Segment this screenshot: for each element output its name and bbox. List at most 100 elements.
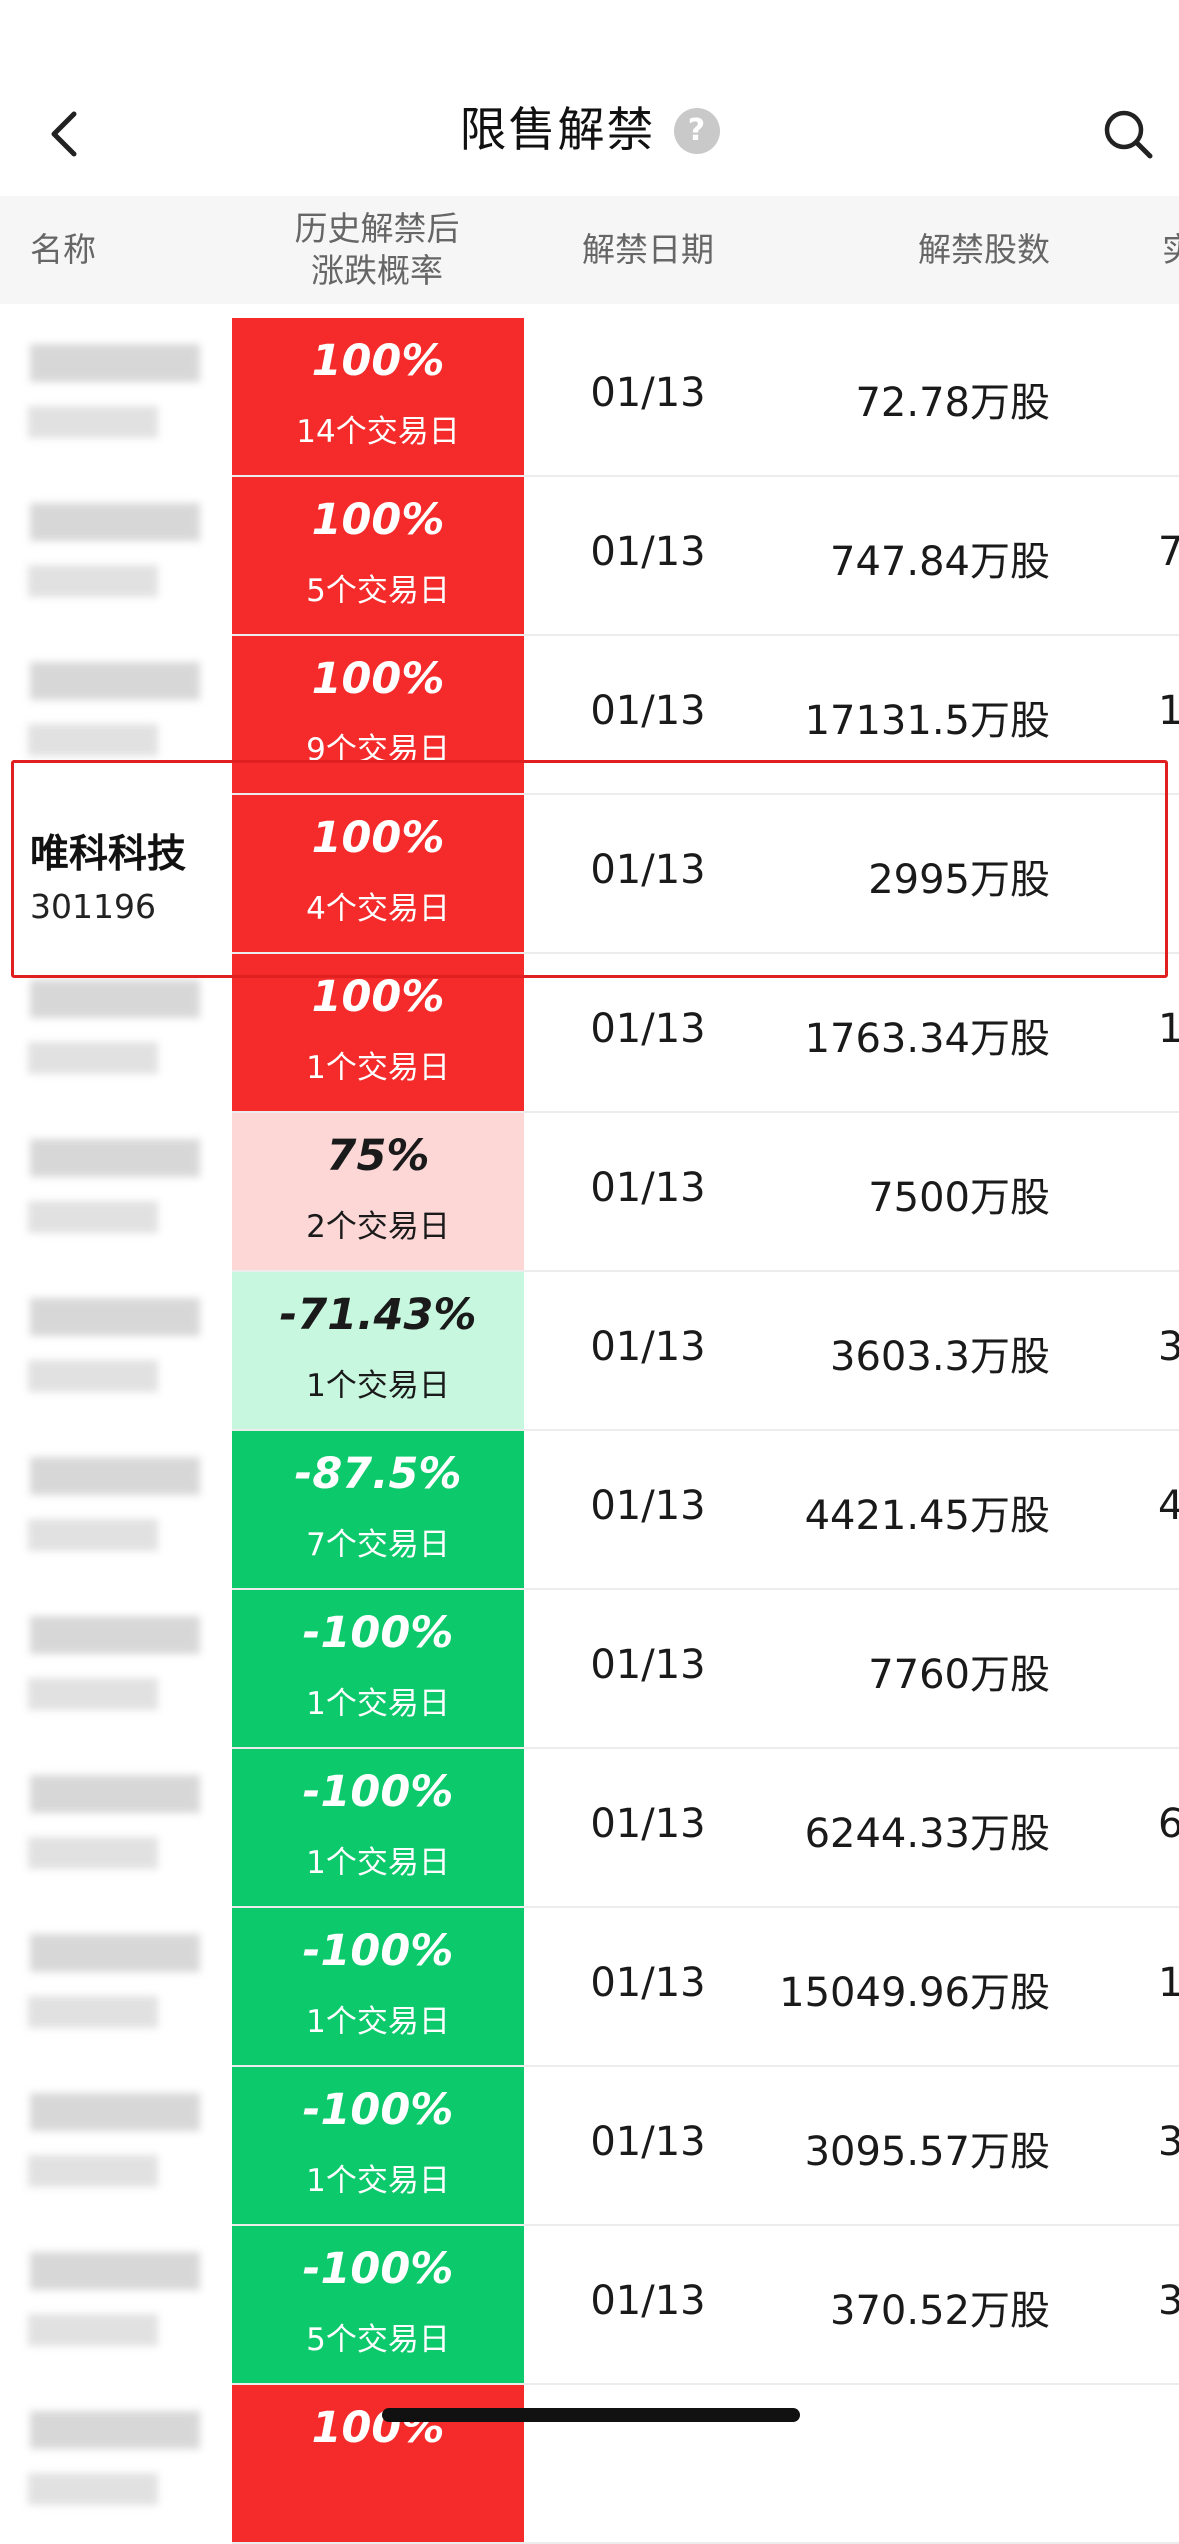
help-icon[interactable]: ?	[673, 108, 720, 154]
probability-cell: 75% 2个交易日	[232, 1113, 524, 1270]
nav-bar: 限售解禁?	[0, 0, 1179, 196]
highlight-box	[11, 760, 1168, 978]
table-row[interactable]: -100% 1个交易日 01/13 3095.57万股 30	[0, 2067, 1179, 2226]
blurred-stock-name	[30, 1457, 200, 1495]
unlock-date: 01/13	[590, 2278, 706, 2324]
table-row[interactable]: -100% 1个交易日 01/13 6244.33万股 62	[0, 1749, 1179, 1908]
blurred-stock-name	[30, 662, 200, 700]
blurred-stock-name	[30, 1934, 200, 1972]
unlock-shares: 747.84万股	[830, 539, 1050, 585]
unlock-date: 01/13	[590, 370, 706, 416]
blurred-stock-code	[28, 2314, 158, 2346]
probability-cell: -100% 1个交易日	[232, 1749, 524, 1906]
title-area: 限售解禁?	[0, 98, 1179, 164]
blurred-stock-code	[28, 1519, 158, 1551]
unlock-date: 01/13	[590, 1483, 706, 1529]
probability-cell: -71.43% 1个交易日	[232, 1272, 524, 1429]
probability-percent: -71.43%	[279, 1290, 477, 1340]
table-row[interactable]: 75% 2个交易日 01/13 7500万股	[0, 1113, 1179, 1272]
probability-cell: -100% 5个交易日	[232, 2226, 524, 2383]
trading-days: 1个交易日	[306, 1686, 450, 1722]
stock-name-cell[interactable]	[0, 1590, 232, 1749]
blurred-stock-name	[30, 2411, 200, 2449]
blurred-stock-code	[28, 406, 158, 438]
stock-name-cell[interactable]	[0, 2226, 232, 2385]
trading-days: 7个交易日	[306, 1527, 450, 1563]
blurred-stock-code	[28, 2155, 158, 2187]
table-row[interactable]: 100% 14个交易日 01/13 72.78万股	[0, 318, 1179, 477]
probability-percent: 100%	[311, 972, 445, 1022]
search-button[interactable]	[1098, 104, 1158, 164]
blurred-stock-name	[30, 344, 200, 382]
probability-percent: -100%	[302, 1767, 454, 1817]
column-header-more[interactable]: 实	[1162, 229, 1179, 271]
unlock-shares: 72.78万股	[855, 380, 1050, 426]
table-row[interactable]: -100% 5个交易日 01/13 370.52万股 3	[0, 2226, 1179, 2385]
unlock-date: 01/13	[590, 2119, 706, 2165]
stock-name-cell[interactable]	[0, 1908, 232, 2067]
truncated-column-value: 1	[1158, 688, 1179, 734]
truncated-column-value: 150	[1158, 1960, 1179, 2006]
probability-percent: -100%	[302, 2244, 454, 2294]
blurred-stock-name	[30, 2252, 200, 2290]
truncated-column-value: 7	[1158, 529, 1179, 575]
search-icon	[1104, 110, 1153, 159]
trading-days: 1个交易日	[306, 2163, 450, 2199]
unlock-shares: 7760万股	[868, 1652, 1050, 1698]
table-header: 名称 历史解禁后 涨跌概率 解禁日期 解禁股数 实	[0, 196, 1179, 304]
trading-days: 1个交易日	[306, 2004, 450, 2040]
blurred-stock-code	[28, 1996, 158, 2028]
stock-name-cell[interactable]	[0, 318, 232, 477]
column-header-date[interactable]: 解禁日期	[540, 229, 756, 271]
unlock-date: 01/13	[590, 1165, 706, 1211]
unlock-date: 01/13	[590, 1006, 706, 1052]
column-header-probability[interactable]: 历史解禁后 涨跌概率	[232, 208, 522, 292]
blurred-stock-code	[28, 1678, 158, 1710]
blurred-stock-name	[30, 1616, 200, 1654]
blurred-stock-name	[30, 503, 200, 541]
unlock-shares: 3095.57万股	[804, 2129, 1050, 2175]
column-header-probability-line1: 历史解禁后	[294, 209, 460, 248]
trading-days: 1个交易日	[306, 1845, 450, 1881]
unlock-date: 01/13	[590, 688, 706, 734]
unlock-shares: 15049.96万股	[779, 1970, 1050, 2016]
home-indicator[interactable]	[382, 2408, 800, 2422]
column-header-shares[interactable]: 解禁股数	[780, 229, 1050, 271]
unlock-shares: 7500万股	[868, 1175, 1050, 1221]
probability-percent: 100%	[311, 654, 445, 704]
unlock-shares: 17131.5万股	[804, 698, 1050, 744]
blurred-stock-code	[28, 1042, 158, 1074]
truncated-column-value: 44	[1158, 1483, 1179, 1529]
stock-name-cell[interactable]	[0, 1113, 232, 1272]
table-row[interactable]: -87.5% 7个交易日 01/13 4421.45万股 44	[0, 1431, 1179, 1590]
truncated-column-value: 3	[1158, 2278, 1179, 2324]
probability-cell: -87.5% 7个交易日	[232, 1431, 524, 1588]
stock-name-cell[interactable]	[0, 1272, 232, 1431]
blurred-stock-code	[28, 565, 158, 597]
truncated-column-value: 30	[1158, 2119, 1179, 2165]
unlock-shares: 3603.3万股	[830, 1334, 1050, 1380]
blurred-stock-code	[28, 1360, 158, 1392]
table-row[interactable]: -100% 1个交易日 01/13 15049.96万股 150	[0, 1908, 1179, 2067]
stock-name-cell[interactable]	[0, 2067, 232, 2226]
stock-name-cell[interactable]	[0, 1749, 232, 1908]
trading-days: 14个交易日	[296, 414, 460, 450]
probability-percent: -100%	[302, 1608, 454, 1658]
blurred-stock-name	[30, 2093, 200, 2131]
blurred-stock-name	[30, 1298, 200, 1336]
stock-name-cell[interactable]	[0, 477, 232, 636]
stock-name-cell[interactable]	[0, 1431, 232, 1590]
stock-name-cell[interactable]	[0, 2385, 232, 2544]
probability-percent: 75%	[326, 1131, 430, 1181]
unlock-date: 01/13	[590, 1642, 706, 1688]
trading-days: 1个交易日	[306, 1050, 450, 1086]
table-row[interactable]: -100% 1个交易日 01/13 7760万股	[0, 1590, 1179, 1749]
column-header-name[interactable]: 名称	[30, 229, 96, 271]
probability-cell: -100% 1个交易日	[232, 1590, 524, 1747]
probability-cell: -100% 1个交易日	[232, 1908, 524, 2065]
table-row[interactable]: 100% 5个交易日 01/13 747.84万股 7	[0, 477, 1179, 636]
probability-percent: -87.5%	[294, 1449, 462, 1499]
table-row[interactable]: -71.43% 1个交易日 01/13 3603.3万股 3	[0, 1272, 1179, 1431]
blurred-stock-name	[30, 1139, 200, 1177]
page-title: 限售解禁	[459, 103, 656, 158]
